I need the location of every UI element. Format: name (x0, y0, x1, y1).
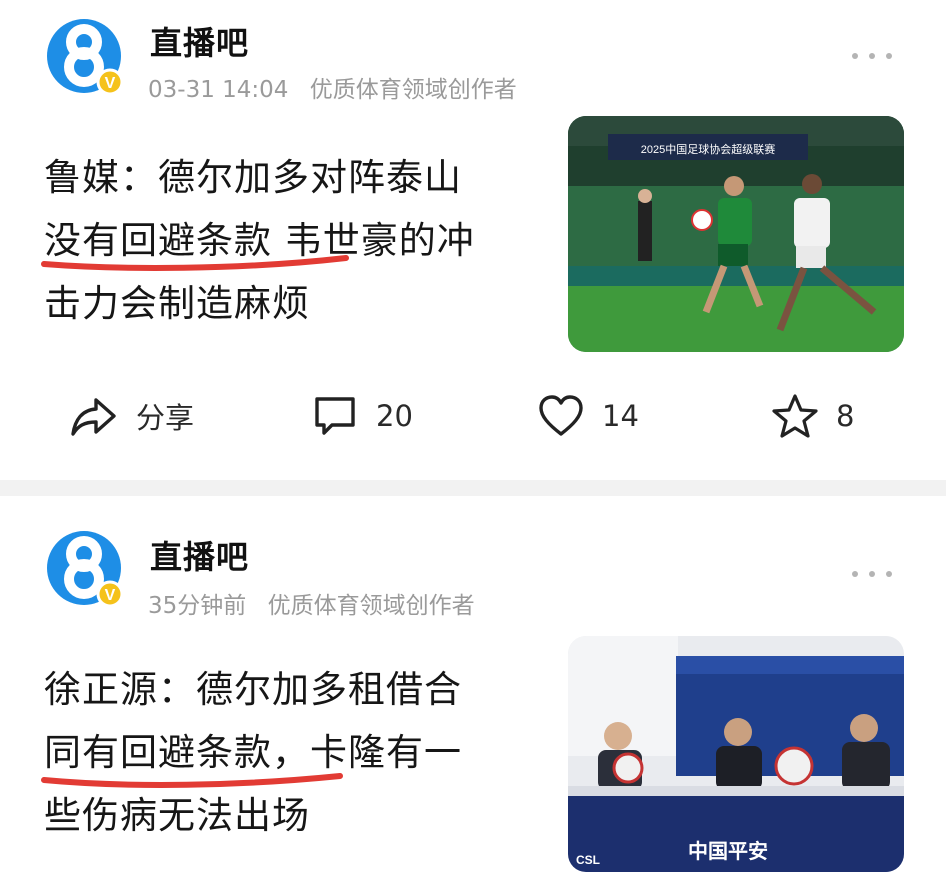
feed-post[interactable]: V 直播吧 35分钟前 优质体育领域创作者 徐正源：德尔加多租借合 同有回避条款… (0, 496, 946, 891)
verified-badge-letter: V (105, 587, 116, 604)
post-time: 35分钟前 (148, 593, 247, 619)
post-meta: 03-31 14:04 优质体育领域创作者 (148, 70, 517, 104)
number-8-icon: V (47, 19, 124, 96)
red-underline-mark (41, 773, 343, 788)
feed-divider (0, 480, 946, 496)
star-icon (772, 394, 818, 438)
verified-badge-letter: V (105, 75, 116, 92)
post-time: 03-31 14:04 (148, 77, 289, 103)
creator-tag: 优质体育领域创作者 (267, 593, 475, 619)
press-conference-image: 中国平安 CSL (568, 636, 904, 872)
author-avatar[interactable]: V (44, 528, 124, 608)
post-thumbnail[interactable]: 2025中国足球协会超级联赛 (568, 116, 904, 352)
post-actions: 分享 20 14 8 (0, 386, 946, 446)
post-meta: 35分钟前 优质体育领域创作者 (148, 586, 475, 620)
author-name[interactable]: 直播吧 (150, 18, 249, 64)
title-line: 鲁媒：德尔加多对阵泰山 (44, 156, 462, 199)
red-underline-mark (41, 255, 349, 271)
favorite-button[interactable]: 8 (772, 386, 854, 446)
more-dots-icon[interactable] (852, 568, 892, 580)
comment-count: 20 (376, 399, 413, 433)
svg-text:中国平安: 中国平安 (688, 839, 768, 863)
comment-icon (315, 397, 355, 435)
comment-button[interactable]: 20 (312, 386, 413, 446)
like-count: 14 (602, 399, 639, 433)
football-match-image: 2025中国足球协会超级联赛 (568, 116, 904, 352)
post-title[interactable]: 鲁媒：德尔加多对阵泰山 没有回避条款 韦世豪的冲 击力会制造麻烦 (44, 146, 524, 335)
heart-icon (539, 395, 583, 436)
share-button[interactable]: 分享 (70, 386, 194, 446)
title-line: 徐正源：德尔加多租借合 (44, 668, 462, 711)
number-8-icon: V (47, 531, 124, 608)
post-thumbnail[interactable]: 中国平安 CSL (568, 636, 904, 872)
title-line: 击力会制造麻烦 (44, 282, 310, 325)
feed-post[interactable]: V 直播吧 03-31 14:04 优质体育领域创作者 鲁媒：德尔加多对阵泰山 … (0, 0, 946, 480)
favorite-count: 8 (836, 399, 855, 433)
like-button[interactable]: 14 (538, 386, 639, 446)
author-name[interactable]: 直播吧 (150, 532, 249, 578)
share-label: 分享 (136, 401, 195, 435)
post-title[interactable]: 徐正源：德尔加多租借合 同有回避条款，卡隆有一 些伤病无法出场 (44, 658, 524, 847)
creator-tag: 优质体育领域创作者 (309, 77, 517, 103)
svg-text:CSL: CSL (576, 853, 600, 867)
share-icon (71, 398, 116, 436)
svg-text:2025中国足球协会超级联赛: 2025中国足球协会超级联赛 (641, 142, 775, 156)
more-dots-icon[interactable] (852, 50, 892, 62)
author-avatar[interactable]: V (44, 16, 124, 96)
